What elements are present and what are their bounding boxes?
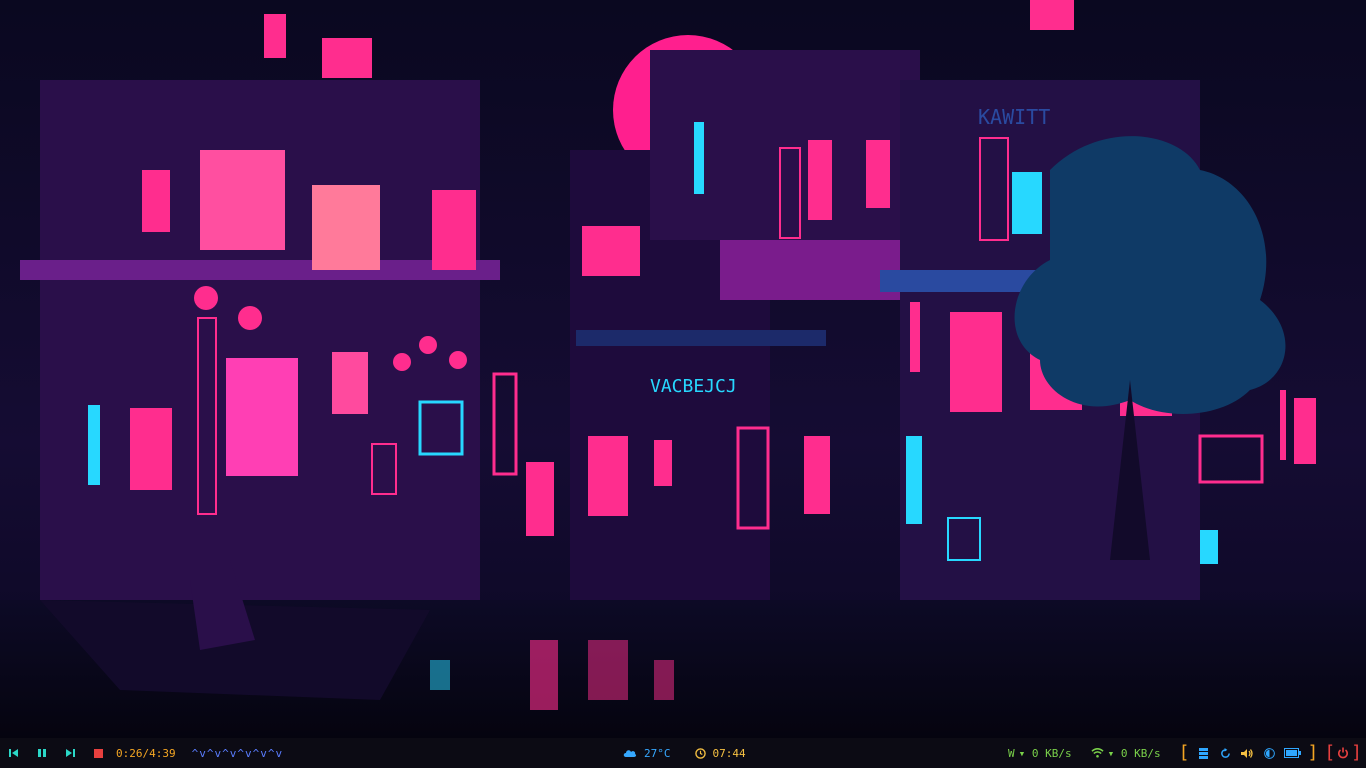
svg-text:VACBEJCJ: VACBEJCJ — [650, 376, 737, 397]
svg-text:KAWITT: KAWITT — [978, 105, 1050, 129]
weather-temp: 27°C — [644, 746, 671, 760]
wired-speed: ▾ 0 KB/s — [1018, 746, 1072, 760]
update-icon[interactable] — [1217, 745, 1233, 761]
cloud-icon — [622, 745, 638, 761]
skip-previous-icon[interactable] — [6, 745, 22, 761]
clock-time[interactable]: 07:44 — [713, 747, 746, 760]
power-open-bracket: [ — [1324, 742, 1336, 763]
wifi-icon[interactable] — [1090, 745, 1106, 761]
media-controls: 0:26/4:39 ^v^v^v^v^v^v — [6, 738, 283, 768]
skip-next-icon[interactable] — [62, 745, 78, 761]
center-modules: 27°C 07:44 — [622, 738, 746, 768]
pause-icon[interactable] — [34, 745, 50, 761]
wired-label: W — [1008, 746, 1015, 760]
right-modules: W ▾ 0 KB/s ▾ 0 KB/s [ ] [ ] — [1008, 738, 1362, 768]
track-time: 0:26/4:39 — [116, 746, 176, 760]
volume-icon[interactable] — [1239, 745, 1255, 761]
status-bar: 0:26/4:39 ^v^v^v^v^v^v 27°C 07:44 W ▾ 0 … — [0, 738, 1366, 768]
storage-icon[interactable] — [1195, 745, 1211, 761]
tray-close-bracket: ] — [1307, 742, 1319, 763]
stop-icon[interactable] — [90, 745, 106, 761]
clock-icon — [693, 745, 709, 761]
desktop-wallpaper: VACBEJCJ KAWITT — [0, 0, 1366, 738]
power-close-bracket: ] — [1351, 742, 1362, 763]
tray-open-bracket: [ — [1178, 742, 1190, 763]
power-icon[interactable] — [1335, 745, 1351, 761]
wifi-speed: ▾ 0 KB/s — [1107, 746, 1161, 760]
audio-visualizer: ^v^v^v^v^v^v — [191, 746, 284, 760]
brightness-icon[interactable] — [1261, 745, 1277, 761]
battery-icon[interactable] — [1283, 745, 1301, 761]
